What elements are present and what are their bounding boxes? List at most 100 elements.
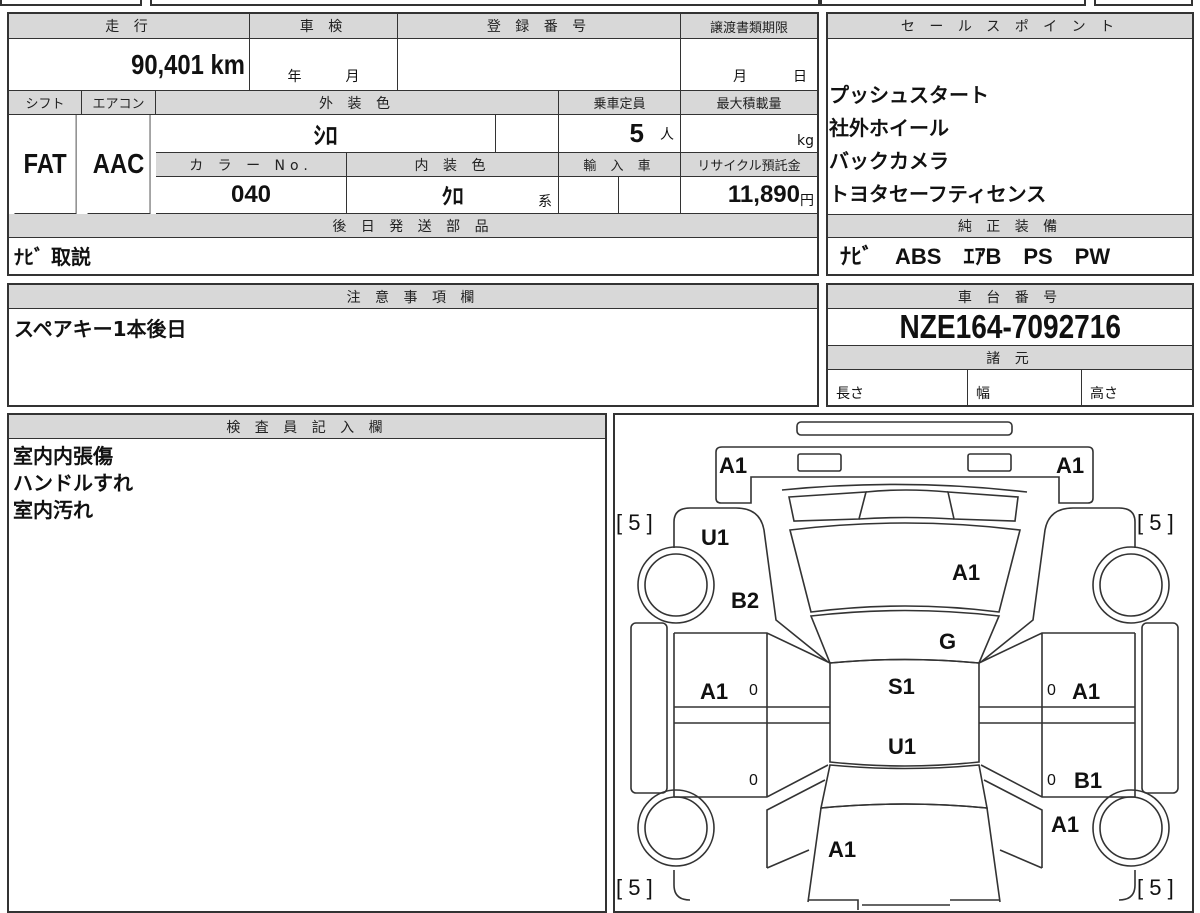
inspector-notes: 室内内張傷 ハンドルすれ 室内汚れ <box>13 443 133 524</box>
later-parts-value: ﾅﾋﾞ 取説 <box>14 245 91 269</box>
capacity-label: 乗車定員 <box>559 91 681 115</box>
hood <box>788 522 1022 613</box>
shift-label: シフト <box>9 91 82 115</box>
mileage-value: 90,401 km <box>9 39 250 91</box>
interior-color-value: ｸﾛ 系 <box>347 177 559 214</box>
label-right-rear-door: B1 <box>1074 768 1102 793</box>
car-outline: A1 A1 [ 5 ] [ 5 ] [ 5 ] [ 5 ] U1 B2 A1 G… <box>616 421 1179 910</box>
rear-window <box>819 764 988 809</box>
top-strip-box-4 <box>1094 0 1193 6</box>
right-headlight <box>946 491 1019 522</box>
transfer-deadline-label: 譲渡書類期限 <box>681 14 817 39</box>
import-value-2 <box>619 177 681 214</box>
color-no-label: カ ラ ー No. <box>156 153 347 177</box>
label-left-fender-lower: B2 <box>731 588 759 613</box>
vehicle-info-table: 走 行 車 検 登 録 番 号 譲渡書類期限 90,401 km 年月 月日 シ… <box>7 12 819 276</box>
label-roof-rear: U1 <box>888 734 916 759</box>
label-trunk: A1 <box>828 837 856 862</box>
left-rear-wheel-inner <box>644 796 708 860</box>
left-front-wheel-inner <box>644 553 708 617</box>
inspector-label: 検 査 員 記 入 欄 <box>9 415 605 439</box>
label-hood: A1 <box>952 560 980 585</box>
notes-label: 注 意 事 項 欄 <box>9 285 817 309</box>
max-load-label: 最大積載量 <box>681 91 817 115</box>
sales-points-list: プッシュスタート 社外ホイール バックカメラ トヨタセーフティセンス <box>829 79 1046 211</box>
top-strip-box-1 <box>0 0 142 6</box>
import-label: 輸 入 車 <box>559 153 681 177</box>
import-value-1 <box>559 177 619 214</box>
chassis-label: 車 台 番 号 <box>828 285 1192 309</box>
right-rear-wheel <box>1092 789 1170 867</box>
recycle-value: 11,890 円 <box>681 177 817 214</box>
chassis-number: NZE164-7092716 <box>828 309 1192 346</box>
length-field: 長さ <box>828 370 968 405</box>
label-right-front-door-mark: 0 <box>1047 682 1056 699</box>
right-fog-light <box>967 453 1012 472</box>
label-tire-rl: [ 5 ] <box>616 875 653 900</box>
max-load-value: kg <box>681 115 817 153</box>
recycle-label: リサイクル預託金 <box>681 153 817 177</box>
grille-center <box>858 489 955 520</box>
right-rear-fender <box>983 779 1136 901</box>
label-right-rear-fender: A1 <box>1051 812 1079 837</box>
sales-points-label: セ ー ル ス ポ イ ン ト <box>828 14 1192 39</box>
label-roof-front: S1 <box>888 674 915 699</box>
registration-label: 登 録 番 号 <box>398 14 681 39</box>
interior-color-label: 内 装 色 <box>347 153 559 177</box>
right-doors <box>978 632 1136 798</box>
label-left-rear-door-mark: 0 <box>749 772 758 789</box>
label-tire-fr: [ 5 ] <box>1137 510 1174 535</box>
label-left-front-door: A1 <box>700 679 728 704</box>
sales-point-item: トヨタセーフティセンス <box>829 182 1047 206</box>
inspector-note: 室内汚れ <box>13 498 93 522</box>
right-front-wheel-inner <box>1099 553 1163 617</box>
front-panel <box>715 446 1094 504</box>
genuine-equipment-label: 純 正 装 備 <box>828 214 1192 238</box>
label-right-rear-door-mark: 0 <box>1047 772 1056 789</box>
label-tire-rr: [ 5 ] <box>1137 875 1174 900</box>
inspector-note: ハンドルすれ <box>13 471 133 495</box>
top-strip-box-3 <box>820 0 1086 6</box>
inspector-panel: 検 査 員 記 入 欄 室内内張傷 ハンドルすれ 室内汚れ <box>7 413 607 913</box>
front-bumper <box>796 421 1013 436</box>
left-side-sill <box>630 622 668 794</box>
specs-label: 諸 元 <box>828 346 1192 370</box>
exterior-color-extra <box>496 115 559 153</box>
aircon-label: エアコン <box>82 91 156 115</box>
top-strip-box-2 <box>150 0 820 6</box>
label-tire-fl: [ 5 ] <box>616 510 653 535</box>
exterior-color-value: ｼﾛ <box>156 115 496 153</box>
inspector-note: 室内内張傷 <box>13 444 113 468</box>
genuine-equipment-value: ﾅﾋﾞ ABS ｴｱB PS PW <box>840 244 1111 269</box>
windshield <box>809 609 1001 664</box>
mileage-label: 走 行 <box>9 14 250 39</box>
left-fog-light <box>797 453 842 472</box>
label-right-front-door: A1 <box>1072 679 1100 704</box>
shift-value: FAT <box>14 115 77 214</box>
rear-bumper <box>808 899 1000 910</box>
aircon-value: AAC <box>87 115 151 214</box>
capacity-value: 5人 <box>559 115 681 153</box>
right-front-wheel <box>1092 546 1170 624</box>
chassis-panel: 車 台 番 号 NZE164-7092716 諸 元 長さ 幅 高さ <box>826 283 1194 407</box>
exterior-color-label: 外 装 色 <box>156 91 559 115</box>
grille <box>781 483 1028 493</box>
color-no-value: 040 <box>156 177 347 214</box>
label-left-front-fender: U1 <box>701 525 729 550</box>
left-headlight <box>788 491 868 522</box>
right-rear-wheel-inner <box>1099 796 1163 860</box>
label-front-left: A1 <box>719 453 747 478</box>
right-side-sill <box>1141 622 1179 794</box>
registration-value <box>398 39 681 91</box>
left-rear-fender <box>673 779 826 901</box>
label-front-right: A1 <box>1056 453 1084 478</box>
width-field: 幅 <box>968 370 1082 405</box>
notes-panel: 注 意 事 項 欄 スペアキー1本後日 <box>7 283 819 407</box>
car-damage-diagram: A1 A1 [ 5 ] [ 5 ] [ 5 ] [ 5 ] U1 B2 A1 G… <box>613 413 1194 913</box>
inspection-label: 車 検 <box>250 14 398 39</box>
sales-point-item: プッシュスタート <box>829 83 989 107</box>
sales-point-item: 社外ホイール <box>829 116 949 140</box>
sales-points-panel: セ ー ル ス ポ イ ン ト プッシュスタート 社外ホイール バックカメラ ト… <box>826 12 1194 276</box>
right-front-fender <box>980 507 1136 663</box>
height-field: 高さ <box>1090 385 1118 402</box>
